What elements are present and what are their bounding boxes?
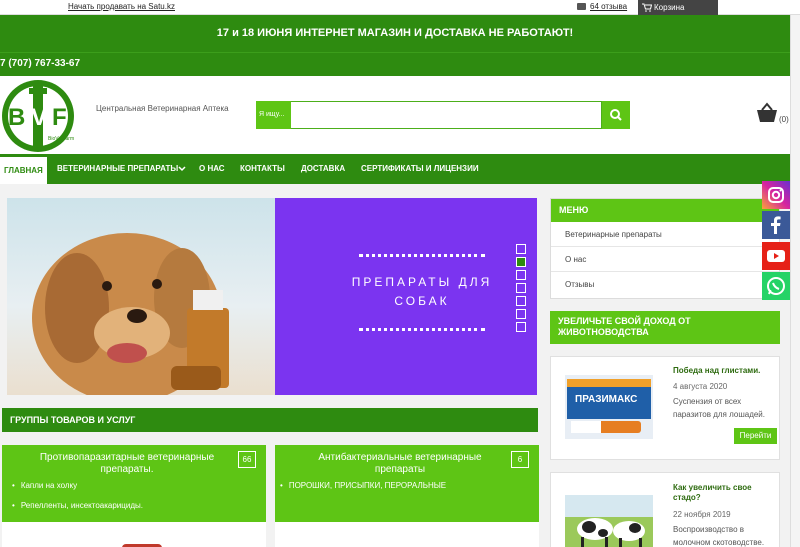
instagram-icon	[768, 187, 784, 203]
side-menu-item-about[interactable]: О нас	[551, 247, 779, 272]
cart-button[interactable]: Корзина	[638, 0, 718, 15]
news-date: 4 августа 2020	[673, 382, 728, 391]
slide-dot-4[interactable]	[516, 283, 526, 293]
reviews-link[interactable]: 64 отзыва	[577, 2, 627, 11]
nav-vet-drugs[interactable]: ВЕТЕРИНАРНЫЕ ПРЕПАРАТЫ	[57, 154, 178, 184]
phone-number[interactable]: 7 (707) 767-33-67	[0, 58, 80, 69]
announcement-banner: 17 и 18 ИЮНЯ ИНТЕРНЕТ МАГАЗИН И ДОСТАВКА…	[0, 15, 790, 52]
site-header: B V F BioVetFarm Центральная Ветеринарна…	[0, 76, 790, 154]
side-menu-item-vet-drugs[interactable]: Ветеринарные препараты	[551, 222, 779, 247]
side-menu: МЕНЮ Ветеринарные препараты О нас Отзывы	[550, 198, 780, 299]
groups-heading: ГРУППЫ ТОВАРОВ И УСЛУГ	[2, 408, 538, 432]
news-excerpt: Суспензия от всех паразитов для лошадей.	[673, 397, 765, 419]
promo-slider[interactable]: ПРЕПАРАТЫ ДЛЯ СОБАК	[7, 198, 537, 395]
youtube-icon	[767, 250, 785, 262]
cows-image	[565, 495, 653, 547]
basket-icon	[757, 102, 777, 122]
group-card-antiparasitic[interactable]: Противопаразитарные ветеринарные препара…	[2, 445, 266, 547]
news-title[interactable]: Как увеличить свое стадо?	[673, 483, 752, 503]
cart-icon	[642, 3, 652, 12]
cart-label: Корзина	[654, 3, 685, 12]
svg-text:F: F	[52, 104, 67, 131]
search-placeholder: Я ищу...	[256, 101, 291, 129]
page-scrollbar[interactable]	[790, 15, 800, 547]
search-button[interactable]	[602, 101, 630, 129]
income-heading: УВЕЛИЧЬТЕ СВОЙ ДОХОД ОТ ЖИВОТНОВОДСТВА	[550, 311, 780, 344]
whatsapp-button[interactable]	[762, 272, 790, 300]
decor-dots-bottom	[359, 328, 485, 332]
company-name: Центральная Ветеринарная Аптека	[96, 104, 229, 113]
main-nav: ГЛАВНАЯ ВЕТЕРИНАРНЫЕ ПРЕПАРАТЫ О НАС КОН…	[0, 154, 790, 184]
prazimaks-product-image: ПРАЗИМАКС	[565, 375, 653, 439]
svg-text:BioVetFarm: BioVetFarm	[48, 136, 74, 142]
decor-dots-top	[359, 254, 485, 258]
group-count-badge: 6	[511, 451, 529, 468]
slide-dot-1[interactable]	[516, 244, 526, 254]
sell-on-satu-link[interactable]: Начать продавать на Satu.kz	[68, 2, 175, 11]
search-input[interactable]	[256, 101, 602, 129]
news-title[interactable]: Победа над глистами.	[673, 366, 760, 376]
chevron-down-icon[interactable]	[178, 166, 186, 172]
bvf-logo[interactable]: B V F BioVetFarm	[0, 78, 78, 153]
group-card-antibacterial[interactable]: Антибактериальные ветеринарные препараты…	[275, 445, 539, 547]
slide-dot-5[interactable]	[516, 296, 526, 306]
nav-certificates[interactable]: СЕРТИФИКАТЫ И ЛИЦЕНЗИИ	[361, 154, 479, 184]
slide-dot-7[interactable]	[516, 322, 526, 332]
news-date: 22 ноября 2019	[673, 510, 731, 519]
nav-delivery[interactable]: ДОСТАВКА	[301, 154, 345, 184]
news-excerpt: Воспроизводство в молочном скотоводстве.	[673, 525, 765, 547]
nav-contacts[interactable]: КОНТАКТЫ	[240, 154, 285, 184]
slide-dot-3[interactable]	[516, 270, 526, 280]
search-icon	[610, 109, 622, 121]
side-menu-item-reviews[interactable]: Отзывы	[551, 272, 779, 297]
svg-text:B: B	[8, 104, 25, 131]
group-card-title[interactable]: Противопаразитарные ветеринарные препара…	[22, 452, 232, 476]
slide-dot-6[interactable]	[516, 309, 526, 319]
dog-with-bottles-image	[7, 198, 275, 395]
phone-bar: 7 (707) 767-33-67	[0, 52, 790, 76]
slider-slogan: ПРЕПАРАТЫ ДЛЯ СОБАК	[351, 275, 493, 308]
top-bar: Начать продавать на Satu.kz 64 отзыва Ко…	[0, 0, 800, 15]
youtube-button[interactable]	[762, 242, 790, 270]
basket-count: (0)	[779, 115, 789, 124]
slider-pager	[514, 244, 528, 347]
slide-dot-2-active[interactable]	[516, 257, 526, 267]
comment-icon	[577, 3, 586, 11]
news-go-button[interactable]: Перейти	[734, 428, 777, 444]
group-card-title[interactable]: Антибактериальные ветеринарные препараты	[295, 452, 505, 476]
news-card[interactable]: Как увеличить свое стадо? 22 ноября 2019…	[550, 472, 780, 547]
facebook-icon	[771, 216, 781, 234]
group-subitem[interactable]: Капли на холку	[12, 481, 77, 490]
basket-button[interactable]: (0)	[755, 102, 791, 128]
svg-text:V: V	[31, 104, 47, 131]
group-count-badge: 66	[238, 451, 256, 468]
news-card[interactable]: ПРАЗИМАКС Победа над глистами. 4 августа…	[550, 356, 780, 460]
facebook-button[interactable]	[762, 211, 790, 239]
search-box: Я ищу...	[256, 101, 630, 129]
svg-text:ПРАЗИМАКС: ПРАЗИМАКС	[575, 394, 637, 405]
side-menu-title: МЕНЮ	[551, 199, 779, 222]
nav-about[interactable]: О НАС	[199, 154, 225, 184]
nav-home[interactable]: ГЛАВНАЯ	[0, 154, 47, 184]
instagram-button[interactable]	[762, 181, 790, 209]
group-subitem[interactable]: Репелленты, инсектоакарициды.	[12, 501, 143, 510]
group-subitem[interactable]: ПОРОШКИ, ПРИСЫПКИ, ПЕРОРАЛЬНЫЕ	[280, 481, 446, 490]
whatsapp-icon	[767, 277, 785, 295]
